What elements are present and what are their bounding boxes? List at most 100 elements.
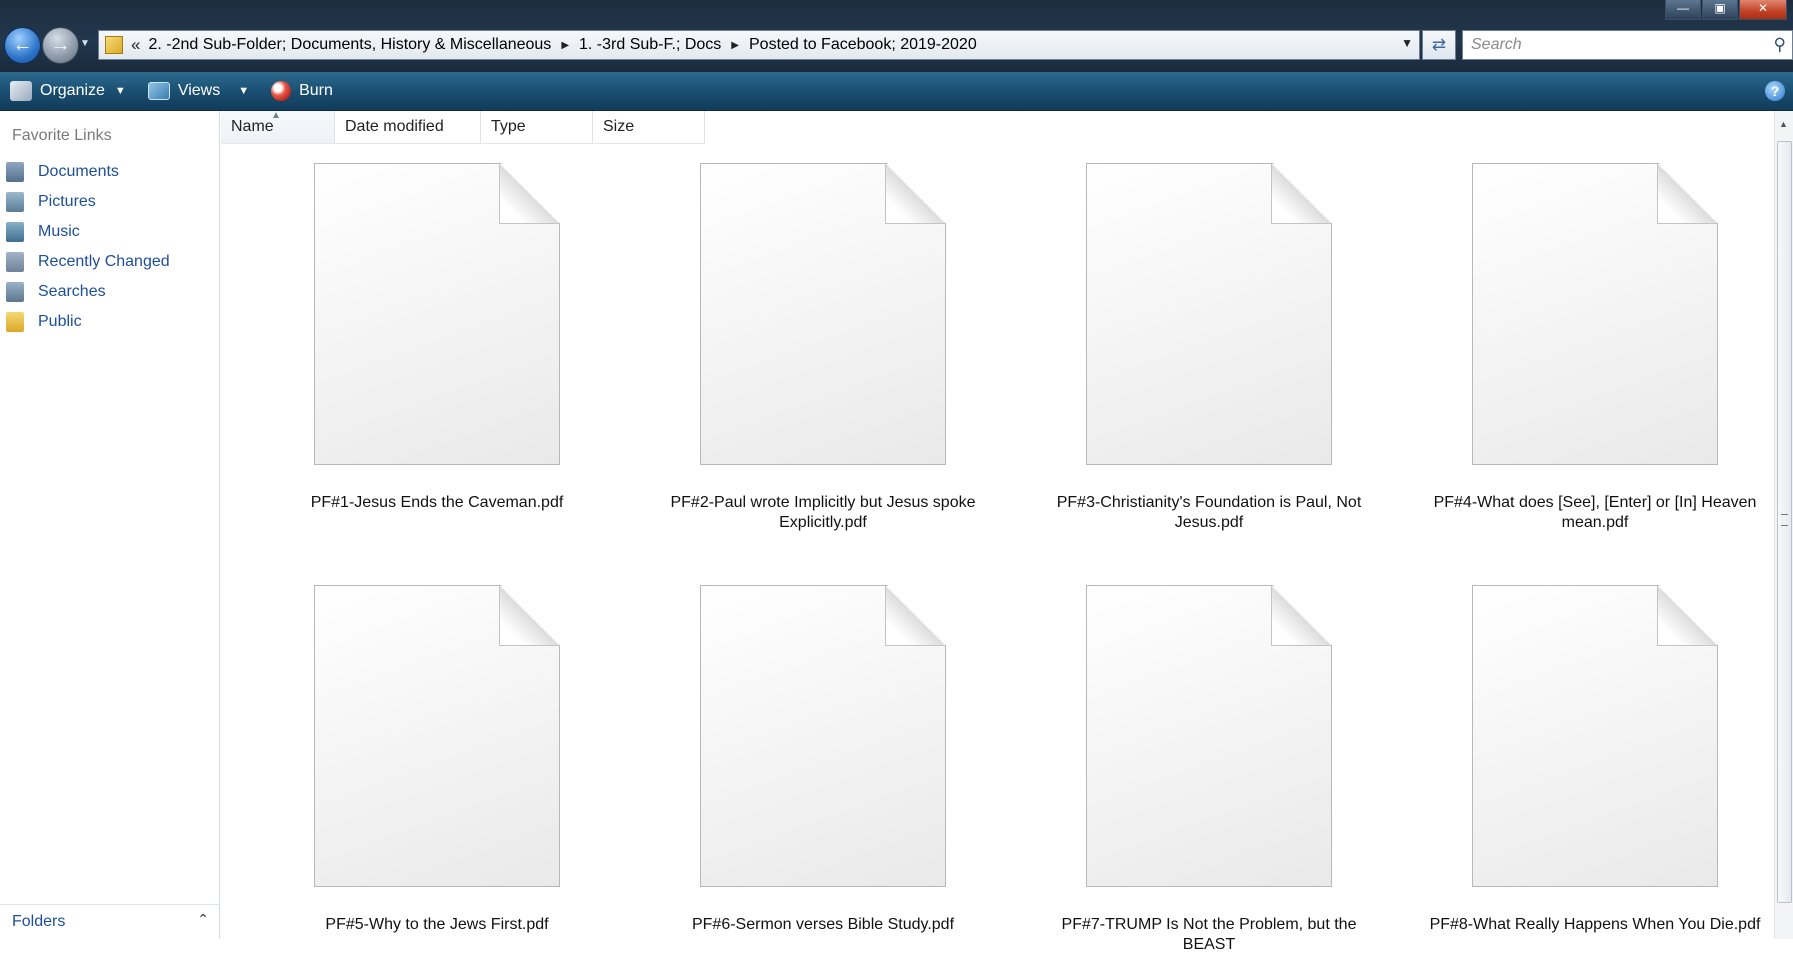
pdf-file-icon	[700, 163, 946, 465]
burn-disc-icon	[271, 81, 292, 101]
back-button[interactable]: ←	[4, 27, 41, 64]
recently-changed-icon	[6, 252, 24, 272]
vertical-scrollbar[interactable]: ▲	[1774, 111, 1793, 939]
nav-item-label: Documents	[38, 163, 119, 180]
views-label: Views	[177, 82, 221, 99]
favorite-links-list: Documents Pictures Music Recently Change…	[6, 157, 170, 337]
nav-item-public[interactable]: Public	[6, 307, 170, 337]
nav-item-label: Searches	[38, 283, 106, 300]
address-dropdown-icon[interactable]: ▼	[1401, 36, 1413, 50]
file-item[interactable]: PF#6-Sermon verses Bible Study.pdf	[643, 585, 1003, 935]
nav-item-label: Public	[38, 313, 82, 330]
views-button[interactable]: Views ▼	[147, 82, 250, 100]
column-header-name[interactable]: ▲ Name	[221, 110, 335, 143]
nav-item-label: Pictures	[38, 193, 96, 210]
column-header-type[interactable]: Type	[481, 111, 593, 143]
chevron-down-icon: ▼	[238, 85, 250, 97]
pdf-file-icon	[1086, 585, 1332, 887]
search-box[interactable]: ⚲	[1462, 30, 1793, 60]
navigation-pane: Favorite Links Documents Pictures Music …	[0, 111, 220, 939]
chevron-right-icon[interactable]: ▶	[731, 40, 739, 51]
file-list-view: ▲ Name Date modified Type Size PF#1-Jesu…	[221, 110, 1775, 953]
column-header-label: Date modified	[345, 118, 444, 135]
column-header-date-modified[interactable]: Date modified	[335, 111, 481, 143]
burn-label: Burn	[299, 82, 333, 99]
nav-item-searches[interactable]: Searches	[6, 277, 170, 307]
public-folder-icon	[6, 312, 24, 332]
breadcrumb-item[interactable]: 2. -2nd Sub-Folder; Documents, History &…	[148, 36, 551, 54]
pdf-file-icon	[314, 585, 560, 887]
folder-icon	[105, 36, 123, 54]
search-icon[interactable]: ⚲	[1774, 35, 1786, 55]
organize-icon	[10, 81, 32, 101]
file-name: PF#1-Jesus Ends the Caveman.pdf	[310, 494, 564, 511]
arrow-right-icon: →	[50, 34, 71, 56]
refresh-icon: ⇄	[1431, 35, 1447, 54]
arrow-left-icon: ←	[12, 34, 33, 56]
help-button[interactable]: ?	[1765, 81, 1785, 101]
pdf-file-icon	[700, 585, 946, 887]
folders-label: Folders	[12, 913, 66, 930]
column-header-label: Size	[603, 118, 635, 135]
file-name: PF#3-Christianity's Foundation is Paul, …	[1056, 494, 1362, 531]
recent-pages-dropdown[interactable]: ▼	[80, 38, 90, 49]
window-controls: — ▣ ✕	[1664, 0, 1787, 20]
file-item[interactable]: PF#1-Jesus Ends the Caveman.pdf	[257, 163, 617, 513]
file-item[interactable]: PF#7-TRUMP Is Not the Problem, but the B…	[1029, 585, 1389, 955]
searches-icon	[6, 282, 24, 302]
documents-icon	[6, 162, 24, 182]
nav-item-documents[interactable]: Documents	[6, 157, 170, 187]
music-icon	[6, 222, 24, 242]
views-icon	[147, 82, 170, 100]
file-name: PF#5-Why to the Jews First.pdf	[325, 916, 549, 933]
burn-button[interactable]: Burn	[271, 81, 333, 101]
chevron-up-icon: ⌃	[197, 911, 209, 927]
scrollbar-thumb[interactable]	[1777, 141, 1792, 903]
nav-item-label: Recently Changed	[38, 253, 170, 270]
file-item[interactable]: PF#4-What does [See], [Enter] or [In] He…	[1415, 163, 1775, 533]
breadcrumb-item[interactable]: Posted to Facebook; 2019-2020	[749, 36, 977, 54]
chevron-down-icon: ▼	[114, 85, 126, 97]
command-bar: Organize ▼ Views ▼ Burn ?	[0, 72, 1793, 111]
breadcrumb-overflow[interactable]: «	[131, 35, 140, 55]
folders-toggle[interactable]: Folders ⌃	[0, 904, 219, 939]
file-item[interactable]: PF#3-Christianity's Foundation is Paul, …	[1029, 163, 1389, 533]
column-header-label: Name	[231, 118, 274, 135]
pdf-file-icon	[1472, 585, 1718, 887]
column-headers: ▲ Name Date modified Type Size	[221, 110, 705, 144]
pdf-file-icon	[314, 163, 560, 465]
file-item[interactable]: PF#5-Why to the Jews First.pdf	[257, 585, 617, 935]
maximize-button[interactable]: ▣	[1702, 0, 1738, 20]
breadcrumb-item[interactable]: 1. -3rd Sub-F.; Docs	[579, 36, 721, 54]
file-name: PF#8-What Really Happens When You Die.pd…	[1429, 916, 1761, 933]
nav-item-label: Music	[38, 223, 80, 240]
file-name: PF#4-What does [See], [Enter] or [In] He…	[1433, 494, 1757, 531]
pdf-file-icon	[1086, 163, 1332, 465]
pdf-file-icon	[1472, 163, 1718, 465]
file-name: PF#2-Paul wrote Implicitly but Jesus spo…	[670, 494, 976, 531]
search-input[interactable]	[1469, 35, 1753, 55]
nav-item-music[interactable]: Music	[6, 217, 170, 247]
chevron-right-icon[interactable]: ▶	[561, 40, 569, 51]
close-button[interactable]: ✕	[1739, 0, 1787, 20]
scroll-up-icon[interactable]: ▲	[1779, 119, 1788, 129]
nav-item-pictures[interactable]: Pictures	[6, 187, 170, 217]
refresh-button[interactable]: ⇄	[1422, 30, 1456, 60]
organize-button[interactable]: Organize ▼	[10, 81, 126, 101]
file-name: PF#7-TRUMP Is Not the Problem, but the B…	[1061, 916, 1357, 953]
pictures-icon	[6, 192, 24, 212]
minimize-button[interactable]: —	[1665, 0, 1701, 20]
address-bar[interactable]: « 2. -2nd Sub-Folder; Documents, History…	[98, 30, 1420, 60]
organize-label: Organize	[40, 82, 105, 99]
favorite-links-heading: Favorite Links	[12, 127, 112, 144]
file-name: PF#6-Sermon verses Bible Study.pdf	[691, 916, 955, 933]
column-header-label: Type	[491, 118, 526, 135]
file-item[interactable]: PF#2-Paul wrote Implicitly but Jesus spo…	[643, 163, 1003, 533]
forward-button[interactable]: →	[42, 27, 79, 64]
column-header-size[interactable]: Size	[593, 111, 705, 143]
nav-item-recently-changed[interactable]: Recently Changed	[6, 247, 170, 277]
title-address-bar: — ▣ ✕ ← → ▼ « 2. -2nd Sub-Folder; Docume…	[0, 0, 1793, 72]
grip-icon	[1781, 514, 1788, 526]
file-item[interactable]: PF#8-What Really Happens When You Die.pd…	[1415, 585, 1775, 935]
sort-ascending-icon: ▲	[271, 110, 281, 121]
